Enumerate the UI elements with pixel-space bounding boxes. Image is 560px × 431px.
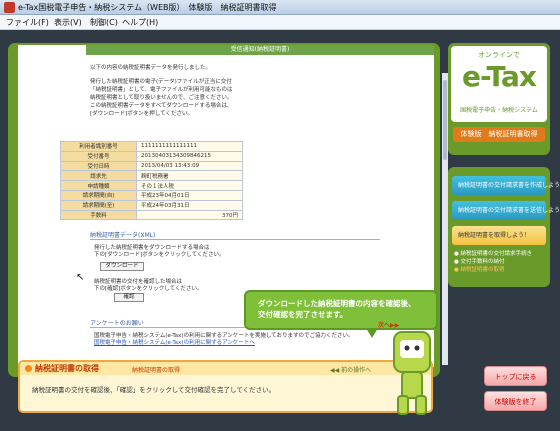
title-bar: e-Tax国税電子申告・納税システム（WEB版） 体験版 納税証明書取得 (0, 0, 560, 15)
scrollbar-thumb[interactable] (443, 80, 447, 160)
logo-box: オンラインで e-Tax 国税電子申告・納税システム (451, 46, 547, 122)
table-row: 申請種類 その１法人税 (60, 180, 243, 191)
bottom-info-bar: 納税証明書の取得 納税証明書の取得 ◀◀ 前の操作へ 納税証明書の交付を確認後、… (18, 360, 433, 413)
bottom-title-row: 納税証明書の取得 納税証明書の取得 ◀◀ 前の操作へ (20, 362, 431, 375)
table-value: その１法人税 (136, 180, 243, 191)
hint-text: ダウンロードした納税証明書の内容を確認後、 交付確認を完了させます。 (258, 298, 416, 320)
table-row: 利用者識別番号 1111111111111111 (60, 141, 243, 152)
logo-tagline: オンラインで (478, 51, 520, 59)
table-value: 麹町税務署 (136, 170, 243, 182)
intro-line: 「納税証明書」として、電子ファイルが利用可能なものは (90, 87, 233, 93)
trial-label: 体験版 納税証明書取得 (453, 127, 545, 142)
app-icon (4, 2, 15, 13)
download-button[interactable]: ダウンロード (100, 262, 144, 271)
data-section-title: 納税証明書データ(XML) (90, 230, 380, 240)
mascot-icon (393, 331, 431, 415)
data-desc-line: 下の[ダウンロード]ボタンをクリックしてください。 (94, 252, 225, 258)
table-key: 利用者識別番号 (60, 141, 137, 152)
table-key: 受付番号 (60, 150, 137, 162)
menu-bar: ファイル(F) 表示(V) 制御(C) ヘルプ(H) (0, 15, 560, 30)
intro-line: この納税証明書データをすべてダウンロードする場合は、 (90, 103, 233, 109)
menu-file[interactable]: ファイル(F) (6, 17, 49, 28)
confirm-button[interactable]: 確認 (114, 293, 144, 302)
logo-subtitle: 国税電子申告・納税システム (460, 107, 538, 114)
client-area: 受信通知(納税証明書) 以下の内容の納税証明書データを発行しました。 発行した納… (0, 30, 560, 431)
etax-logo: e-Tax (462, 60, 537, 93)
bottom-description: 納税証明書の交付を確認後、「確認」をクリックして交付確認を完了してください。 (32, 386, 276, 394)
intro-line: [ダウンロード]ボタンを押してください。 (90, 111, 193, 117)
step-create-request[interactable]: 納税証明書の交付請求書を作成しよう！ (452, 176, 560, 195)
step-get-certificate[interactable]: 納税証明書を取得しよう！ (452, 226, 546, 245)
substep-item-current: ● 納税証明書の取得 (454, 267, 505, 273)
menu-help[interactable]: ヘルプ(H) (122, 17, 158, 28)
step-send-request[interactable]: 納税証明書の交付請求書を送信しよう！ (452, 201, 560, 220)
table-row: 受付番号 20130403134309846215 (60, 150, 243, 162)
previous-step-link[interactable]: ◀◀ 前の操作へ (330, 365, 371, 374)
confirm-desc-line: 下の[確認]ボタンをクリックしてください。 (94, 286, 203, 292)
table-value: 1111111111111111 (136, 141, 243, 152)
menu-control[interactable]: 制御(C) (90, 17, 118, 28)
substep-list: ● 納税証明書の交付請求手続き ● 交付手数料の納付 ● 納税証明書の取得 (454, 250, 532, 274)
table-value: 2013/04/03 13:43:09 (136, 160, 243, 172)
window-title: e-Tax国税電子申告・納税システム（WEB版） 体験版 納税証明書取得 (18, 3, 277, 12)
mouse-cursor-icon: ↖ (76, 272, 85, 283)
survey-link[interactable]: 国税電子申告・納税システム(e-Tax)の利用に関するアンケートへ (94, 338, 255, 346)
certificate-info-table: 利用者識別番号 1111111111111111 受付番号 201304031343… (60, 141, 243, 221)
table-key: 手数料 (60, 209, 137, 221)
intro-line: 納税証明書として取り扱いませんので、ご注意ください。 (90, 95, 233, 101)
hint-line: ダウンロードした納税証明書の内容を確認後、 (258, 299, 416, 308)
table-key: 請求先 (60, 170, 137, 182)
table-key: 請求期間(至) (60, 199, 137, 211)
bottom-title: 納税証明書の取得 (35, 364, 99, 373)
hint-line: 交付確認を完了させます。 (258, 310, 348, 319)
table-key: 申請種類 (60, 180, 137, 191)
table-key: 請求期間(自) (60, 189, 137, 201)
back-to-top-button[interactable]: トップに戻る (484, 366, 547, 386)
table-value: 370円 (136, 209, 243, 221)
intro-line: 以下の内容の納税証明書データを発行しました。 (90, 65, 212, 71)
hint-bubble: ダウンロードした納税証明書の内容を確認後、 交付確認を完了させます。 次へ▶▶ (244, 290, 438, 330)
table-row: 手数料 370円 (60, 209, 243, 221)
step-menu: 納税証明書の交付請求書を作成しよう！ 納税証明書の交付請求書を送信しよう！ 納税… (448, 167, 560, 287)
table-value: 20130403134309846215 (136, 150, 243, 162)
bubble-tail (366, 328, 378, 338)
next-link[interactable]: 次へ▶▶ (378, 320, 399, 329)
substep-item: ● 交付手数料の納付 (454, 259, 505, 265)
table-row: 請求先 麹町税務署 (60, 170, 243, 182)
menu-view[interactable]: 表示(V) (54, 17, 82, 28)
table-value: 平成24年03月31日 (136, 199, 243, 211)
end-trial-button[interactable]: 体験版を終了 (484, 391, 547, 411)
bottom-subtitle: 納税証明書の取得 (132, 367, 181, 374)
table-value: 平成23年04月01日 (136, 189, 243, 201)
substep-item: ● 納税証明書の交付請求手続き (454, 251, 533, 257)
table-key: 受付日時 (60, 160, 137, 172)
intro-line: 発行した納税証明書の電子(データ)ファイルが正当に交付 (90, 79, 232, 85)
etax-logo-panel: オンラインで e-Tax 国税電子申告・納税システム 体験版 納税証明書取得 (448, 43, 550, 155)
bullet-icon (25, 365, 32, 372)
content-header: 受信通知(納税証明書) (86, 45, 434, 55)
table-row: 請求期間(至) 平成24年03月31日 (60, 199, 243, 211)
table-row: 受付日時 2013/04/03 13:43:09 (60, 160, 243, 172)
table-row: 請求期間(自) 平成23年04月01日 (60, 189, 243, 201)
